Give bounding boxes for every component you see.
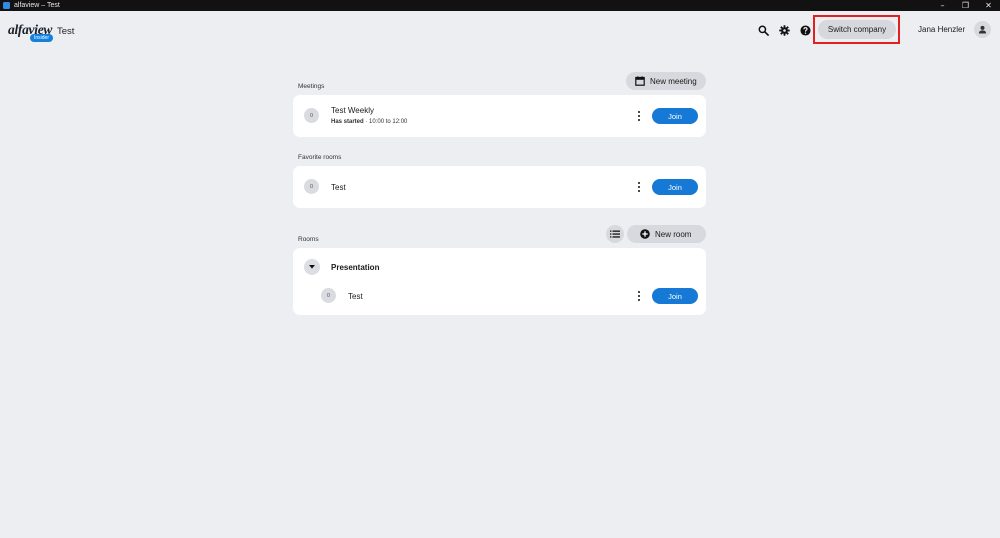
new-room-label: New room xyxy=(655,229,692,239)
meeting-status: Has started xyxy=(331,119,364,125)
favorite-room-more-options-icon[interactable] xyxy=(636,181,642,193)
search-icon[interactable] xyxy=(757,24,769,36)
close-icon[interactable]: ✕ xyxy=(977,0,1000,11)
room-title[interactable]: Test xyxy=(348,292,363,301)
new-meeting-button[interactable]: New meeting xyxy=(626,72,706,90)
list-icon xyxy=(610,230,620,238)
favorite-room-join-button[interactable]: Join xyxy=(652,179,698,195)
meetings-card: 0 Test Weekly Has started · 10:00 to 12:… xyxy=(293,95,706,137)
add-circle-icon xyxy=(640,229,650,239)
new-meeting-label: New meeting xyxy=(650,76,697,86)
room-avatar: 0 xyxy=(321,288,336,303)
rooms-section-label: Rooms xyxy=(298,236,319,243)
room-group-title[interactable]: Presentation xyxy=(331,263,379,272)
company-name: Test xyxy=(57,26,75,37)
favorites-card: 0 Test Join xyxy=(293,166,706,208)
rooms-card: Presentation 0 Test Join xyxy=(293,248,706,315)
calendar-icon xyxy=(635,76,645,86)
list-view-toggle[interactable] xyxy=(606,225,624,243)
minimize-icon[interactable]: – xyxy=(931,0,954,11)
favorite-room-avatar: 0 xyxy=(304,179,319,194)
window-controls: – ❐ ✕ xyxy=(931,0,1000,11)
switch-company-button[interactable]: Switch company xyxy=(818,20,896,39)
meeting-title[interactable]: Test Weekly xyxy=(331,106,374,115)
alfaview-logo: alfaview Insider xyxy=(8,22,54,44)
meeting-join-button[interactable]: Join xyxy=(652,108,698,124)
meeting-more-options-icon[interactable] xyxy=(636,110,642,122)
window-title-bar: alfaview – Test – ❐ ✕ xyxy=(0,0,1000,11)
user-name[interactable]: Jana Henzler xyxy=(918,25,965,34)
room-more-options-icon[interactable] xyxy=(636,290,642,302)
meeting-schedule: Has started · 10:00 to 12:00 xyxy=(331,119,407,125)
meeting-time: · 10:00 to 12:00 xyxy=(365,119,408,125)
user-avatar[interactable] xyxy=(974,21,991,38)
window-title: alfaview – Test xyxy=(14,2,60,9)
restore-icon[interactable]: ❐ xyxy=(954,0,977,11)
app-icon xyxy=(3,2,10,9)
collapse-group-button[interactable] xyxy=(304,259,320,275)
room-join-button[interactable]: Join xyxy=(652,288,698,304)
favorite-room-title[interactable]: Test xyxy=(331,183,346,192)
meeting-avatar: 0 xyxy=(304,108,319,123)
gear-icon[interactable] xyxy=(778,24,790,36)
user-avatar-icon xyxy=(978,25,987,34)
favorites-section-label: Favorite rooms xyxy=(298,154,342,161)
help-icon[interactable] xyxy=(799,24,811,36)
insider-badge: Insider xyxy=(30,34,54,42)
new-room-button[interactable]: New room xyxy=(627,225,706,243)
meetings-section-label: Meetings xyxy=(298,83,325,90)
chevron-down-icon xyxy=(309,265,315,269)
